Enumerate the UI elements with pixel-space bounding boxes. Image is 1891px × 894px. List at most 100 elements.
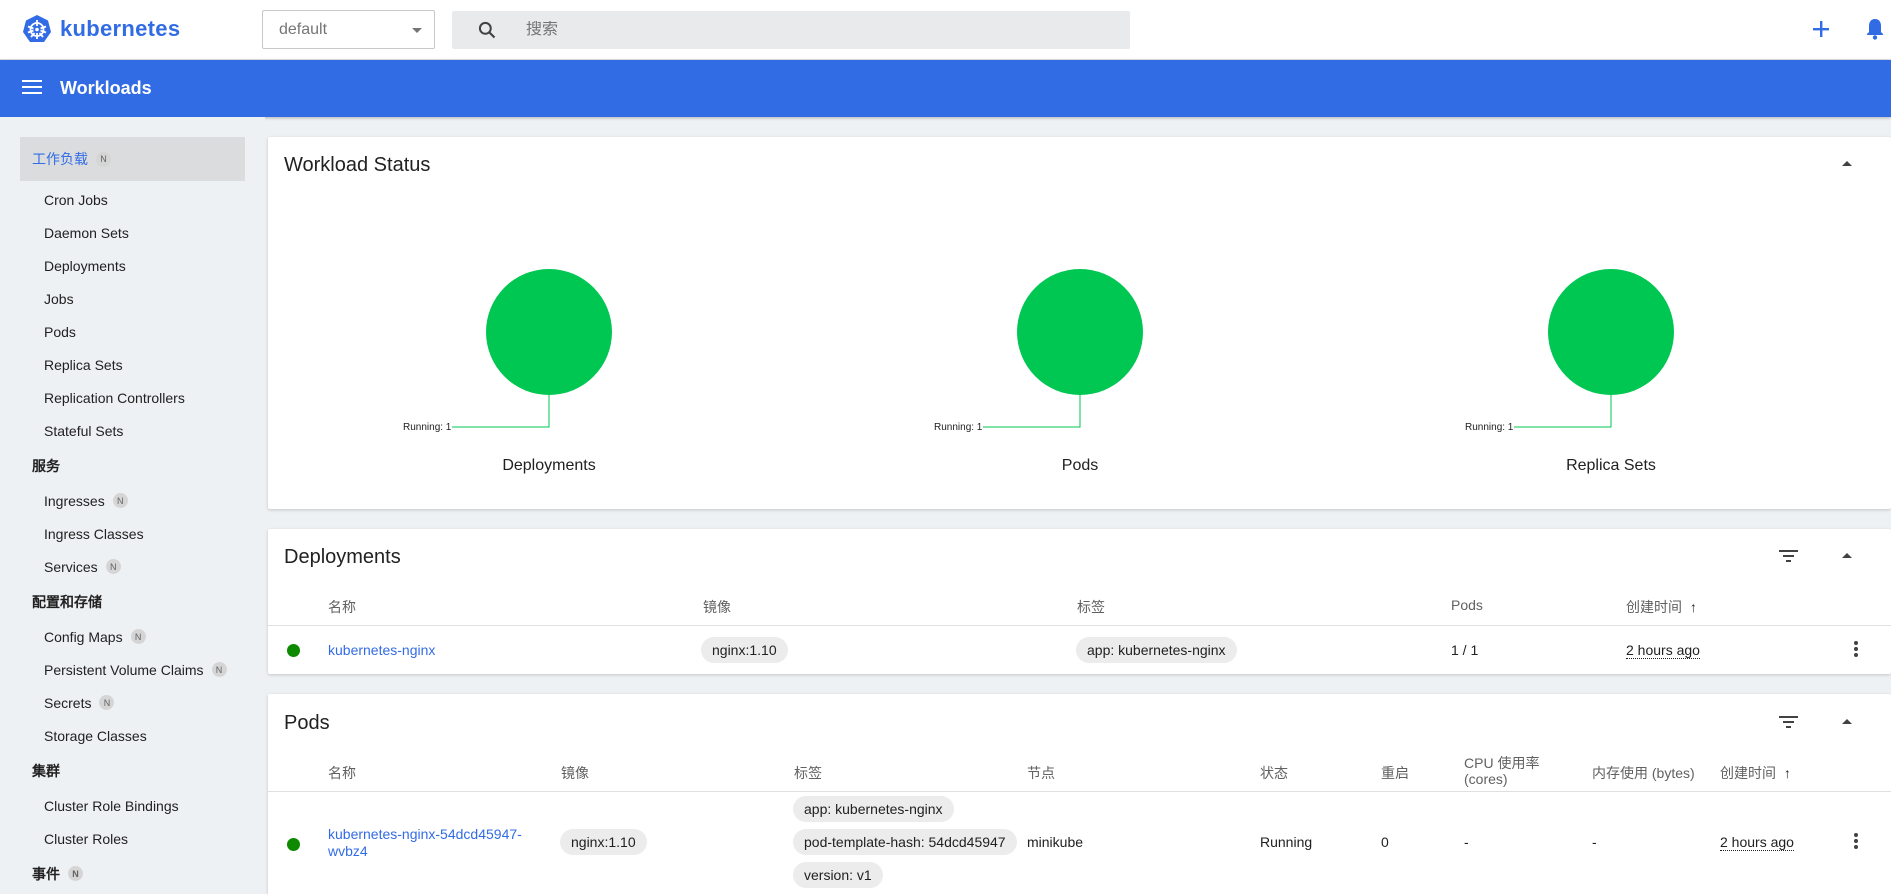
sidebar-item-secrets[interactable]: Secrets N xyxy=(0,686,265,719)
image-chip: nginx:1.10 xyxy=(560,829,647,855)
column-header-name[interactable]: 名称 xyxy=(328,597,356,617)
label-chip: version: v1 xyxy=(793,862,883,888)
filter-icon[interactable] xyxy=(1779,715,1798,729)
column-header-restarts: 重启 xyxy=(1381,765,1409,781)
menu-button[interactable] xyxy=(22,79,42,100)
column-header-cpu: CPU 使用率 (cores) xyxy=(1464,755,1539,787)
column-header-image: 镜像 xyxy=(561,765,589,781)
replica-sets-legend-leader xyxy=(1514,395,1612,428)
workload-status-card: Workload Status Running: 1 Running: 1 Ru… xyxy=(268,137,1891,509)
card-title: Deployments xyxy=(284,546,401,568)
create-button[interactable] xyxy=(1812,16,1830,42)
column-header-labels: 标签 xyxy=(1077,599,1105,615)
header-divider xyxy=(268,625,1891,626)
kubernetes-logo[interactable]: kubernetes xyxy=(22,14,180,44)
sidebar-item-cron-jobs[interactable]: Cron Jobs xyxy=(0,183,265,216)
column-header-name[interactable]: 名称 xyxy=(328,763,356,783)
replica-sets-pie[interactable] xyxy=(1514,269,1674,428)
deployments-chart-label: Deployments xyxy=(502,457,596,474)
sidebar: 工作负载 N Cron Jobs Daemon Sets Deployments… xyxy=(0,117,265,894)
page-title: Workloads xyxy=(60,78,152,98)
sidebar-category-cluster[interactable]: 集群 xyxy=(0,752,265,789)
sidebar-item-ingresses[interactable]: Ingresses N xyxy=(0,484,265,517)
sidebar-item-storage-classes[interactable]: Storage Classes xyxy=(0,719,265,752)
sidebar-item-pods[interactable]: Pods xyxy=(0,315,265,348)
pods-legend-label: Running: 1 xyxy=(934,422,983,433)
sidebar-item-deployments[interactable]: Deployments xyxy=(0,249,265,282)
sidebar-item-label: Ingresses xyxy=(44,492,105,509)
namespace-select[interactable]: default xyxy=(262,10,435,49)
pod-name-line: wvbz4 xyxy=(328,843,368,859)
sidebar-category-services[interactable]: 服务 xyxy=(0,447,265,484)
hamburger-menu-icon xyxy=(22,80,42,94)
sidebar-item-label: Secrets xyxy=(44,694,92,711)
label-chip: app: kubernetes-nginx xyxy=(793,796,954,822)
sidebar-group-label: 工作负载 xyxy=(32,151,88,167)
search-icon xyxy=(478,21,496,39)
namespace-value: default xyxy=(279,20,328,38)
created-time: 2 hours ago xyxy=(1720,834,1794,851)
sidebar-item-replica-sets[interactable]: Replica Sets xyxy=(0,348,265,381)
sidebar-category-label: 事件 xyxy=(32,865,60,882)
pod-name-line: kubernetes-nginx-54dcd45947- xyxy=(328,826,522,842)
pod-status: Running xyxy=(1260,834,1313,850)
sidebar-item-config-maps[interactable]: Config Maps N xyxy=(0,620,265,653)
column-header-unit: (cores) xyxy=(1464,771,1508,787)
pods-pie[interactable] xyxy=(983,269,1143,428)
sidebar-category-events[interactable]: 事件 N xyxy=(0,855,265,892)
top-bar: kubernetes default xyxy=(0,0,1891,60)
sidebar-item-label: Services xyxy=(44,558,98,575)
pod-name-link[interactable]: kubernetes-nginx-54dcd45947- wvbz4 xyxy=(328,826,522,860)
namespaced-badge: N xyxy=(112,493,128,508)
namespaced-badge: N xyxy=(211,662,227,677)
sidebar-item-services[interactable]: Services N xyxy=(0,550,265,583)
replica-sets-chart-label: Replica Sets xyxy=(1566,457,1656,474)
namespaced-badge: N xyxy=(105,559,121,574)
notifications-button[interactable] xyxy=(1866,18,1884,45)
sidebar-item-label: Config Maps xyxy=(44,628,123,645)
namespaced-badge: N xyxy=(96,151,111,167)
column-header-created[interactable]: 创建时间 ↑ xyxy=(1720,763,1791,783)
sidebar-item-persistent-volume-claims[interactable]: Persistent Volume Claims N xyxy=(0,653,265,686)
app-bar: Workloads xyxy=(0,60,1891,117)
column-header-created[interactable]: 创建时间 ↑ xyxy=(1626,597,1697,617)
collapse-icon[interactable] xyxy=(1842,719,1852,724)
deployments-legend-leader xyxy=(452,395,550,428)
sidebar-item-stateful-sets[interactable]: Stateful Sets xyxy=(0,414,265,447)
sidebar-item-cluster-roles[interactable]: Cluster Roles xyxy=(0,822,265,855)
sort-arrow-up-icon: ↑ xyxy=(1783,765,1791,781)
status-ok-icon xyxy=(287,838,300,851)
deployments-card: Deployments 名称 镜像 标签 Pods 创建时间 ↑ kuberne… xyxy=(268,529,1891,674)
filter-icon[interactable] xyxy=(1779,549,1798,563)
collapse-icon[interactable] xyxy=(1842,553,1852,558)
workload-status-charts xyxy=(452,269,1674,428)
deployments-pie[interactable] xyxy=(452,269,612,428)
sidebar-item-replication-controllers[interactable]: Replication Controllers xyxy=(0,381,265,414)
sidebar-item-daemon-sets[interactable]: Daemon Sets xyxy=(0,216,265,249)
plus-icon xyxy=(1813,21,1829,37)
sidebar-group-workloads[interactable]: 工作负载 N xyxy=(20,137,245,181)
search-input[interactable] xyxy=(526,21,1086,39)
column-header-node: 节点 xyxy=(1027,765,1055,781)
sidebar-category-config-storage[interactable]: 配置和存储 xyxy=(0,583,265,620)
namespaced-badge: N xyxy=(68,866,83,881)
created-time: 2 hours ago xyxy=(1626,642,1700,659)
deployment-name-link[interactable]: kubernetes-nginx xyxy=(328,642,435,658)
column-header-label: 创建时间 xyxy=(1626,599,1682,615)
cpu-usage: - xyxy=(1464,834,1469,850)
sidebar-item-ingress-classes[interactable]: Ingress Classes xyxy=(0,517,265,550)
kubernetes-logo-icon xyxy=(23,15,51,42)
memory-usage: - xyxy=(1592,834,1597,850)
sidebar-item-jobs[interactable]: Jobs xyxy=(0,282,265,315)
caret-down-icon xyxy=(412,28,422,33)
status-ok-icon xyxy=(287,644,300,657)
restart-count: 0 xyxy=(1381,834,1389,850)
brand-name: kubernetes xyxy=(60,16,181,41)
column-header-labels: 标签 xyxy=(794,765,822,781)
more-actions-icon[interactable] xyxy=(1854,833,1858,849)
more-actions-icon[interactable] xyxy=(1854,641,1858,657)
bell-icon xyxy=(1867,19,1883,40)
replica-sets-legend-label: Running: 1 xyxy=(1465,422,1514,433)
sidebar-item-cluster-role-bindings[interactable]: Cluster Role Bindings xyxy=(0,789,265,822)
node-name: minikube xyxy=(1027,834,1084,850)
